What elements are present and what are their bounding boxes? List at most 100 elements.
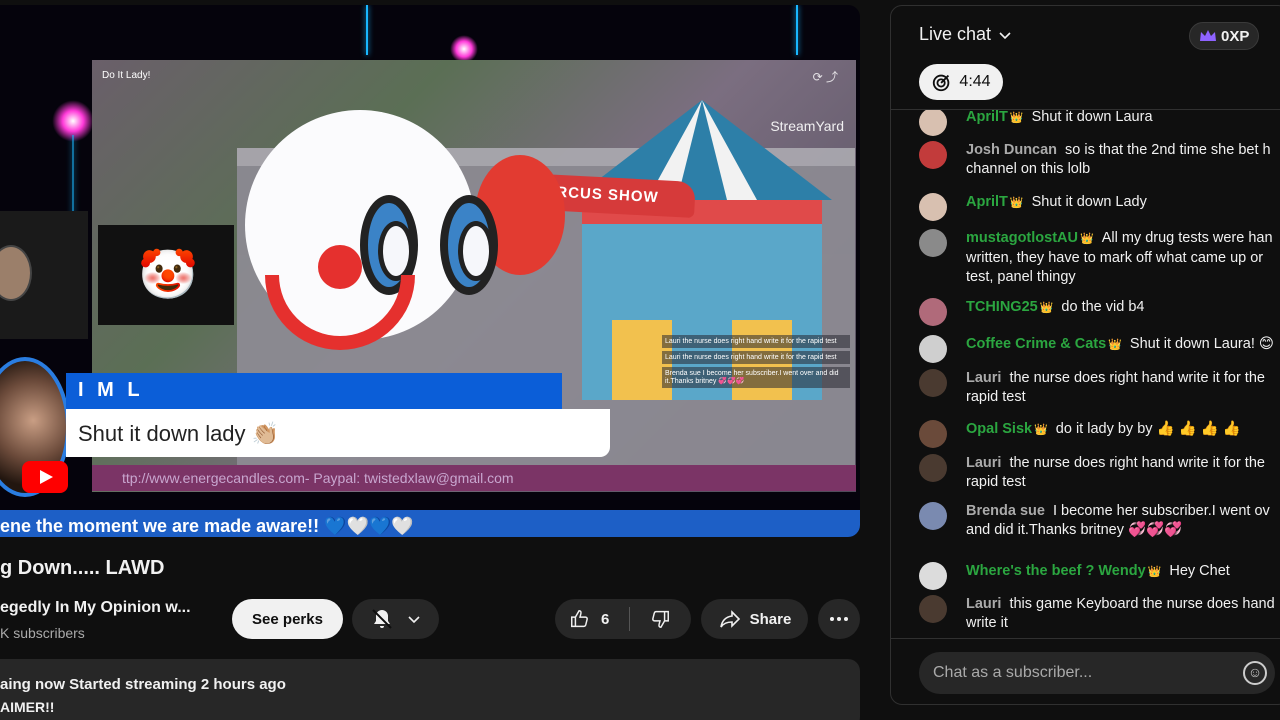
chat-text: rapid test: [966, 474, 1026, 490]
chat-message[interactable]: AprilT 👑 Shut it down Laura: [919, 110, 1280, 136]
member-badge-icon: 👑: [1079, 233, 1094, 245]
chat-message[interactable]: Brenda sue I become her subscriber.I went…: [919, 502, 1280, 540]
channel-name[interactable]: egedly In My Opinion w...: [0, 599, 191, 617]
crown-icon: [1200, 30, 1216, 41]
chat-text: channel on this lolb: [966, 161, 1091, 177]
ticker-strip: ttp://www.energecandles.com- Paypal: twi…: [92, 465, 856, 491]
chat-text: so is that the 2nd time she bet h: [1065, 142, 1271, 158]
like-count: 6: [601, 610, 610, 628]
chat-text: Shut it down Lady: [1031, 194, 1147, 210]
description-box[interactable]: aing now Started streaming 2 hours ago A…: [0, 659, 860, 720]
chat-text: the nurse does right hand write it for t…: [1009, 455, 1265, 471]
chat-message-list[interactable]: AprilT 👑 Shut it down Laura Josh Duncan so i…: [891, 110, 1280, 638]
chat-message-body: Lauri this game Keyboard the nurse does h…: [966, 595, 1280, 633]
chat-author[interactable]: Coffee Crime & Cats 👑: [966, 336, 1122, 352]
chat-message-body: TCHING25 👑 do the vid b4: [966, 298, 1280, 318]
avatar[interactable]: [919, 110, 947, 136]
share-arrow-icon: [719, 610, 740, 628]
scrolling-banner-text: ene the moment we are made aware!! 💙🤍💙🤍: [0, 516, 414, 536]
thumbs-down-icon: [652, 610, 669, 628]
chat-message[interactable]: Lauri the nurse does right hand write it …: [919, 369, 1280, 407]
clown-skull-icon: 🤡: [138, 249, 198, 302]
chat-message-body: Lauri the nurse does right hand write it …: [966, 454, 1280, 492]
chat-message[interactable]: TCHING25 👑 do the vid b4: [919, 298, 1280, 326]
stream-chat-overlay: Lauri the nurse does right hand write it…: [662, 335, 850, 485]
chat-message-body: Opal Sisk 👑 do it lady by by 👍 👍 👍 👍: [966, 420, 1280, 440]
chat-author[interactable]: Brenda sue: [966, 503, 1045, 519]
chat-message-body: AprilT 👑 Shut it down Laura: [966, 110, 1280, 128]
emoji-button[interactable]: ☺: [1243, 661, 1267, 685]
chat-header: Live chat 0XP 4:44: [891, 6, 1280, 110]
comment-author-tag: I M L: [66, 373, 562, 409]
cyan-line-decoration: [366, 5, 368, 55]
chat-text: this game Keyboard the nurse does hand: [1009, 596, 1275, 612]
ticker-text: ttp://www.energecandles.com- Paypal: twi…: [122, 470, 514, 486]
dislike-button[interactable]: [630, 599, 690, 639]
see-perks-button[interactable]: See perks: [232, 599, 343, 639]
avatar[interactable]: [919, 454, 947, 482]
youtube-logo-icon: [22, 461, 68, 493]
like-button[interactable]: 6: [555, 599, 629, 639]
chat-input[interactable]: [919, 652, 1275, 694]
featured-comment-box: Shut it down lady 👏🏼: [66, 409, 610, 457]
chat-author[interactable]: Lauri: [966, 596, 1001, 612]
chat-message[interactable]: Coffee Crime & Cats 👑 Shut it down Laura! …: [919, 335, 1280, 363]
avatar[interactable]: [919, 193, 947, 221]
timer-chip[interactable]: 4:44: [919, 64, 1003, 100]
thumbs-up-icon: [571, 610, 588, 628]
avatar[interactable]: [919, 369, 947, 397]
chat-text: write it: [966, 615, 1008, 631]
chat-text: written, they have to mark off what came…: [966, 250, 1264, 266]
comment-author-name: I M L: [78, 379, 144, 401]
member-badge-icon: 👑: [1009, 197, 1024, 209]
chat-message[interactable]: Where's the beef ? Wendy 👑 Hey Chet: [919, 562, 1280, 590]
frame-title: Do It Lady!: [102, 70, 151, 81]
avatar[interactable]: [919, 229, 947, 257]
chat-author[interactable]: Where's the beef ? Wendy 👑: [966, 563, 1161, 579]
scrolling-banner: ene the moment we are made aware!! 💙🤍💙🤍: [0, 510, 860, 537]
chat-author[interactable]: AprilT 👑: [966, 194, 1024, 210]
chat-text: I become her subscriber.I went ov: [1052, 503, 1270, 519]
avatar[interactable]: [919, 420, 947, 448]
chat-author[interactable]: AprilT 👑: [966, 110, 1024, 125]
chat-input-area: ☺: [891, 638, 1280, 704]
chat-author[interactable]: TCHING25 👑: [966, 299, 1053, 315]
chat-message[interactable]: Lauri this game Keyboard the nurse does h…: [919, 595, 1280, 633]
chat-text: All my drug tests were han: [1101, 230, 1273, 246]
chat-message[interactable]: AprilT 👑 Shut it down Lady: [919, 193, 1280, 221]
chevron-down-icon: [407, 616, 420, 624]
avatar[interactable]: [919, 335, 947, 363]
chat-text: do it lady by by 👍 👍 👍 👍: [1055, 421, 1241, 437]
chat-message[interactable]: mustagotlostAU 👑 All my drug tests were ha…: [919, 229, 1280, 287]
description-text: AIMER!!: [0, 699, 55, 715]
chat-message[interactable]: Opal Sisk 👑 do it lady by by 👍 👍 👍 👍: [919, 420, 1280, 448]
chat-text: Hey Chet: [1169, 563, 1230, 579]
chat-author[interactable]: Lauri: [966, 370, 1001, 386]
share-button[interactable]: Share: [701, 599, 808, 639]
chat-message[interactable]: Lauri the nurse does right hand write it …: [919, 454, 1280, 492]
more-actions-button[interactable]: [818, 599, 860, 639]
avatar[interactable]: [919, 502, 947, 530]
chat-author[interactable]: Opal Sisk 👑: [966, 421, 1048, 437]
xp-badge[interactable]: 0XP: [1189, 22, 1260, 50]
avatar[interactable]: [919, 595, 947, 623]
chat-author[interactable]: mustagotlostAU 👑: [966, 230, 1094, 246]
avatar[interactable]: [919, 562, 947, 590]
video-player[interactable]: Do It Lady! ⟳ ⤴ StreamYard CIRCUS SHOW L…: [0, 5, 860, 537]
chat-mode-dropdown[interactable]: Live chat: [919, 24, 1013, 45]
member-badge-icon: 👑: [1039, 302, 1054, 314]
chat-text: do the vid b4: [1061, 299, 1145, 315]
avatar[interactable]: [919, 141, 947, 169]
chat-author[interactable]: Josh Duncan: [966, 142, 1057, 158]
avatar[interactable]: [919, 298, 947, 326]
notification-button[interactable]: [352, 599, 439, 639]
chat-message[interactable]: Josh Duncan so is that the 2nd time she b…: [919, 141, 1280, 179]
share-icon: ⟳ ⤴: [812, 70, 838, 84]
member-badge-icon: 👑: [1147, 566, 1162, 578]
chat-author[interactable]: Lauri: [966, 455, 1001, 471]
chat-text: Shut it down Laura: [1031, 110, 1153, 125]
member-badge-icon: 👑: [1108, 339, 1122, 351]
cyan-line-decoration: [796, 5, 798, 55]
stream-status: aing now Started streaming 2 hours ago: [0, 676, 286, 693]
video-title: g Down..... LAWD: [0, 557, 165, 579]
